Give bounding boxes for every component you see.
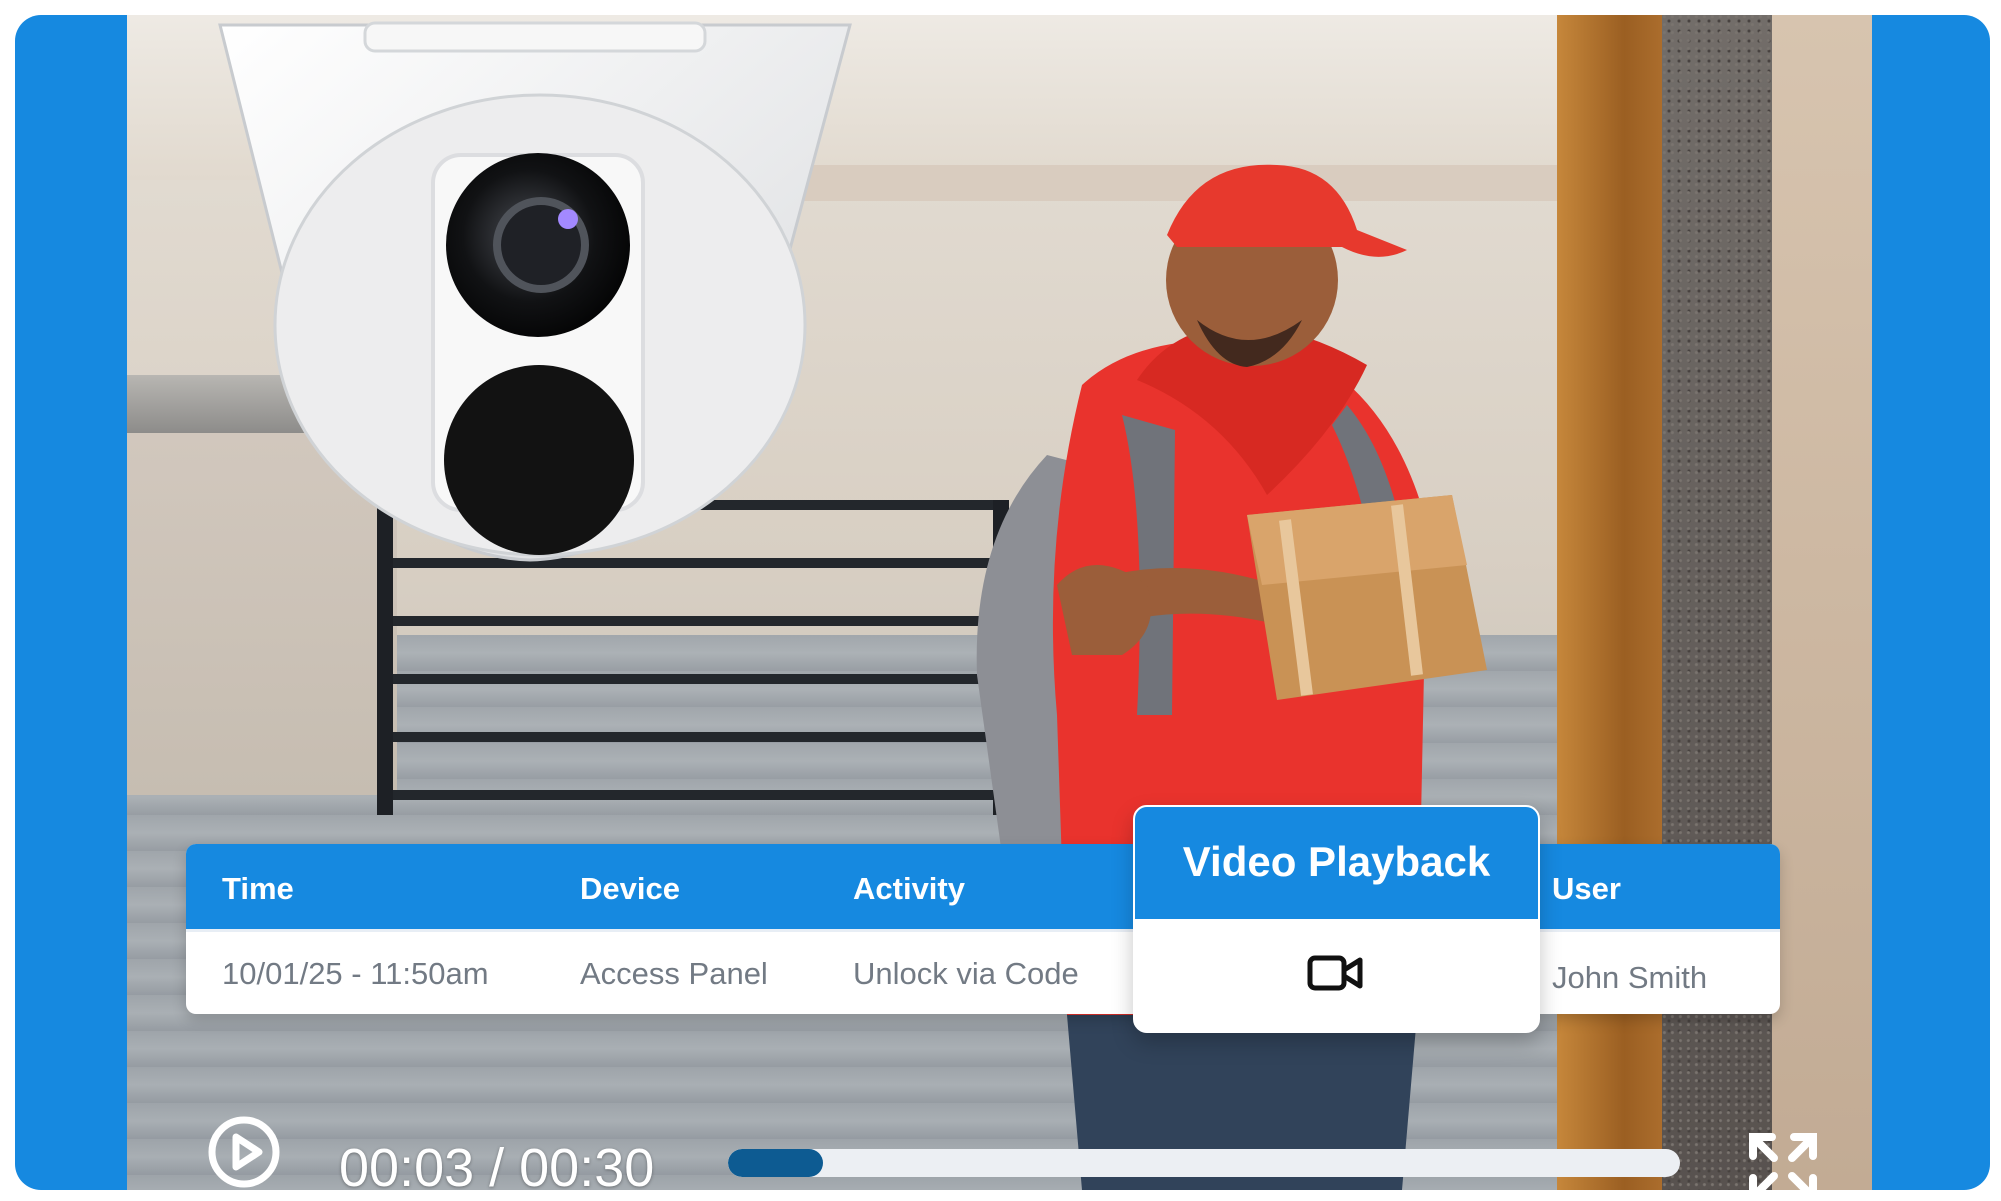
activity-table: Time Device Activity User 10/01/25 - 11:… xyxy=(186,844,1780,1014)
video-camera-icon[interactable] xyxy=(1306,952,1364,994)
progress-bar[interactable] xyxy=(728,1149,1680,1177)
table-cell-time: 10/01/25 - 11:50am xyxy=(222,956,489,991)
playback-time: 00:03 / 00:30 xyxy=(339,1138,655,1190)
column-header-time: Time xyxy=(222,871,294,906)
play-circle-icon[interactable] xyxy=(205,1113,283,1190)
table-header xyxy=(186,844,1780,929)
app-frame: Time Device Activity User 10/01/25 - 11:… xyxy=(15,15,1990,1190)
fullscreen-icon[interactable] xyxy=(1746,1130,1820,1190)
railing-bar xyxy=(393,616,993,626)
video-playback-card[interactable]: Video Playback xyxy=(1133,805,1540,1033)
video-playback-title: Video Playback xyxy=(1182,838,1491,885)
railing-bar xyxy=(393,732,993,742)
column-header-device: Device xyxy=(580,871,680,906)
column-header-activity: Activity xyxy=(853,871,965,906)
table-cell-device: Access Panel xyxy=(580,956,768,991)
delivery-person xyxy=(976,164,1487,1190)
right-wall xyxy=(1772,15,1872,1190)
progress-fill xyxy=(728,1149,824,1177)
railing-bar xyxy=(393,790,993,800)
security-camera-icon xyxy=(218,21,852,562)
table-cell-activity: Unlock via Code xyxy=(853,956,1079,991)
railing-bar xyxy=(393,674,993,684)
table-divider xyxy=(186,929,1780,932)
column-header-user: User xyxy=(1552,871,1621,906)
table-cell-user: John Smith xyxy=(1552,960,1708,995)
